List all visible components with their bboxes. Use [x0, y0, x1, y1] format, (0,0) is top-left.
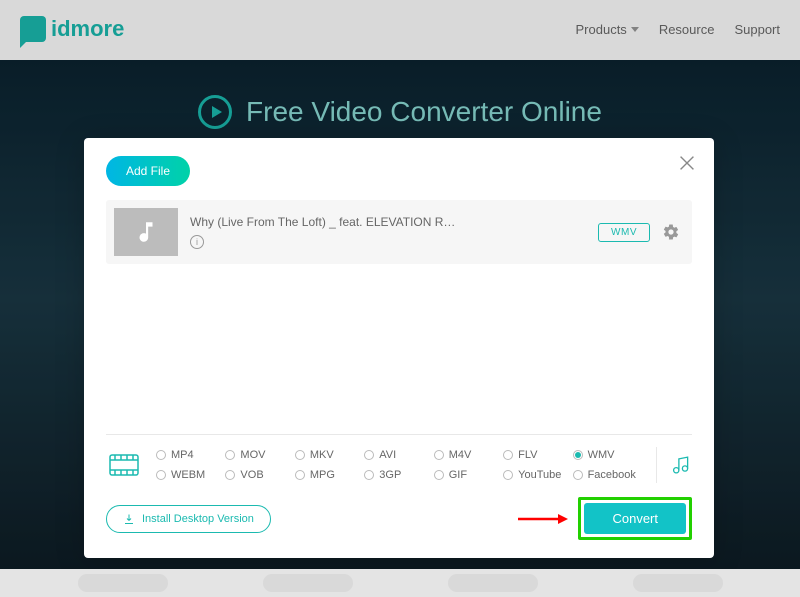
music-note-icon: [133, 219, 159, 245]
close-icon[interactable]: [676, 152, 698, 174]
format-gif[interactable]: GIF: [434, 469, 503, 481]
modal-footer: Install Desktop Version Convert: [106, 497, 692, 540]
format-mkv[interactable]: MKV: [295, 449, 364, 461]
strip-placeholder: [448, 574, 538, 592]
file-list: Why (Live From The Loft) _ feat. ELEVATI…: [106, 200, 692, 264]
format-selector: MP4 MOV MKV AVI M4V FLV WMV WEBM VOB MPG…: [106, 434, 692, 483]
format-m4v[interactable]: M4V: [434, 449, 503, 461]
bottom-strip: [0, 569, 800, 597]
output-format-badge[interactable]: WMV: [598, 223, 650, 242]
format-webm[interactable]: WEBM: [156, 469, 225, 481]
file-row: Why (Live From The Loft) _ feat. ELEVATI…: [106, 200, 692, 264]
format-mp4[interactable]: MP4: [156, 449, 225, 461]
info-icon[interactable]: i: [190, 235, 204, 249]
format-wmv[interactable]: WMV: [573, 449, 642, 461]
strip-placeholder: [633, 574, 723, 592]
format-mov[interactable]: MOV: [225, 449, 294, 461]
format-youtube[interactable]: YouTube: [503, 469, 572, 481]
install-desktop-button[interactable]: Install Desktop Version: [106, 505, 271, 533]
download-icon: [123, 513, 135, 525]
format-grid: MP4 MOV MKV AVI M4V FLV WMV WEBM VOB MPG…: [156, 449, 642, 481]
format-vob[interactable]: VOB: [225, 469, 294, 481]
strip-placeholder: [78, 574, 168, 592]
add-file-button[interactable]: Add File: [106, 156, 190, 186]
convert-button[interactable]: Convert: [584, 503, 686, 534]
file-thumbnail: [114, 208, 178, 256]
gear-icon[interactable]: [662, 223, 680, 241]
strip-placeholder: [263, 574, 353, 592]
convert-highlight-box: Convert: [578, 497, 692, 540]
format-mpg[interactable]: MPG: [295, 469, 364, 481]
converter-modal: Add File Why (Live From The Loft) _ feat…: [84, 138, 714, 558]
audio-format-icon[interactable]: [656, 447, 692, 483]
format-facebook[interactable]: Facebook: [573, 469, 642, 481]
format-flv[interactable]: FLV: [503, 449, 572, 461]
format-avi[interactable]: AVI: [364, 449, 433, 461]
arrow-annotation-icon: [516, 512, 568, 526]
video-format-icon[interactable]: [106, 447, 142, 483]
file-name-label: Why (Live From The Loft) _ feat. ELEVATI…: [190, 215, 586, 229]
format-3gp[interactable]: 3GP: [364, 469, 433, 481]
